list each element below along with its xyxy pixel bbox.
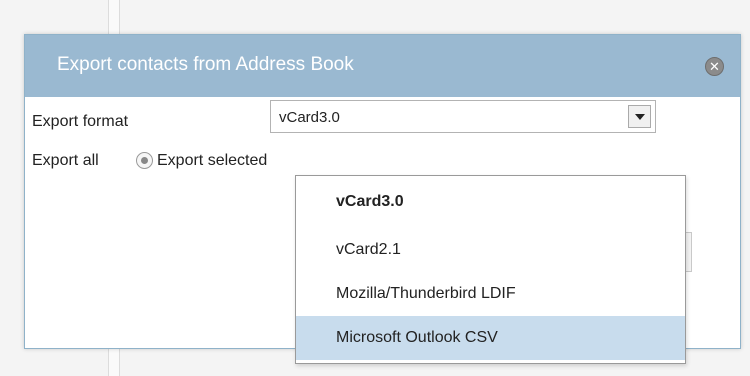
select-value: vCard3.0 (279, 109, 340, 126)
dialog-title: Export contacts from Address Book (57, 54, 354, 75)
close-icon[interactable]: ✕ (705, 57, 724, 76)
export-format-label: Export format (32, 113, 129, 130)
option-outlook-csv[interactable]: Microsoft Outlook CSV (296, 316, 685, 360)
option-vcard3[interactable]: vCard3.0 (296, 176, 685, 228)
dropdown-toggle-button[interactable] (628, 105, 651, 128)
chevron-down-icon (635, 114, 645, 120)
export-all-label: Export all (32, 152, 99, 169)
export-all-radio[interactable] (136, 152, 153, 169)
export-selected-label[interactable]: Export selected (157, 152, 295, 170)
option-vcard2[interactable]: vCard2.1 (296, 228, 685, 272)
option-ldif[interactable]: Mozilla/Thunderbird LDIF (296, 272, 685, 316)
export-format-select[interactable]: vCard3.0 (270, 100, 656, 133)
format-dropdown-list: vCard3.0 vCard2.1 Mozilla/Thunderbird LD… (295, 175, 686, 364)
radio-selected-icon (141, 157, 148, 164)
dialog-header: Export contacts from Address Book ✕ (25, 35, 740, 97)
